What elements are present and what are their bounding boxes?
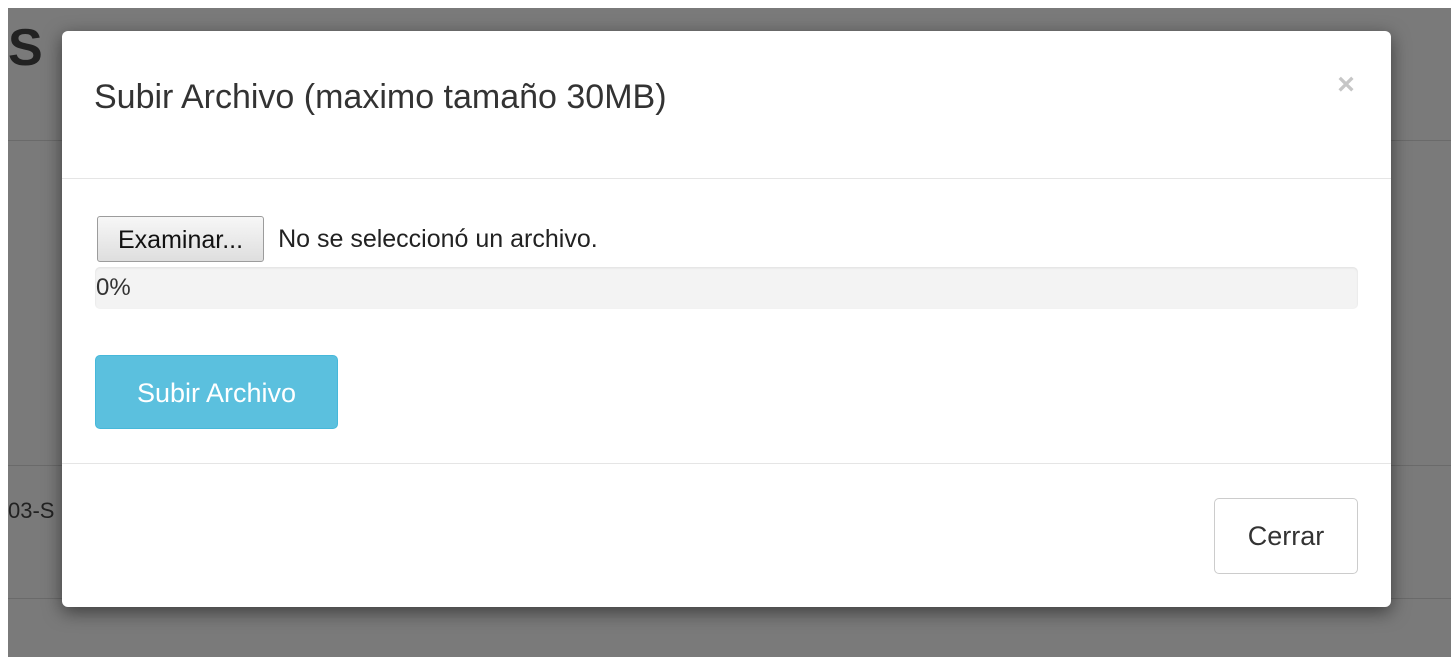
- progress-label: 0%: [96, 274, 131, 301]
- background-frame-left: [0, 0, 8, 657]
- browse-button[interactable]: Examinar...: [97, 216, 265, 262]
- close-icon[interactable]: ×: [1330, 69, 1362, 101]
- background-table-cell: 03-S: [8, 498, 55, 523]
- background-frame-top: [0, 0, 1451, 8]
- upload-modal: Subir Archivo (maximo tamaño 30MB) × Exa…: [62, 31, 1391, 607]
- file-input[interactable]: Examinar... No se seleccionó un archivo.: [97, 215, 598, 263]
- progress-bar: 0%: [95, 267, 1358, 309]
- file-status-text: No se seleccionó un archivo.: [278, 224, 598, 253]
- background-heading: S: [8, 19, 43, 77]
- modal-header: Subir Archivo (maximo tamaño 30MB) ×: [62, 31, 1391, 179]
- close-button[interactable]: Cerrar: [1214, 498, 1358, 574]
- modal-body: Examinar... No se seleccionó un archivo.…: [62, 179, 1391, 464]
- modal-footer: Cerrar: [62, 464, 1391, 607]
- upload-button[interactable]: Subir Archivo: [95, 355, 338, 429]
- modal-title: Subir Archivo (maximo tamaño 30MB): [94, 78, 667, 116]
